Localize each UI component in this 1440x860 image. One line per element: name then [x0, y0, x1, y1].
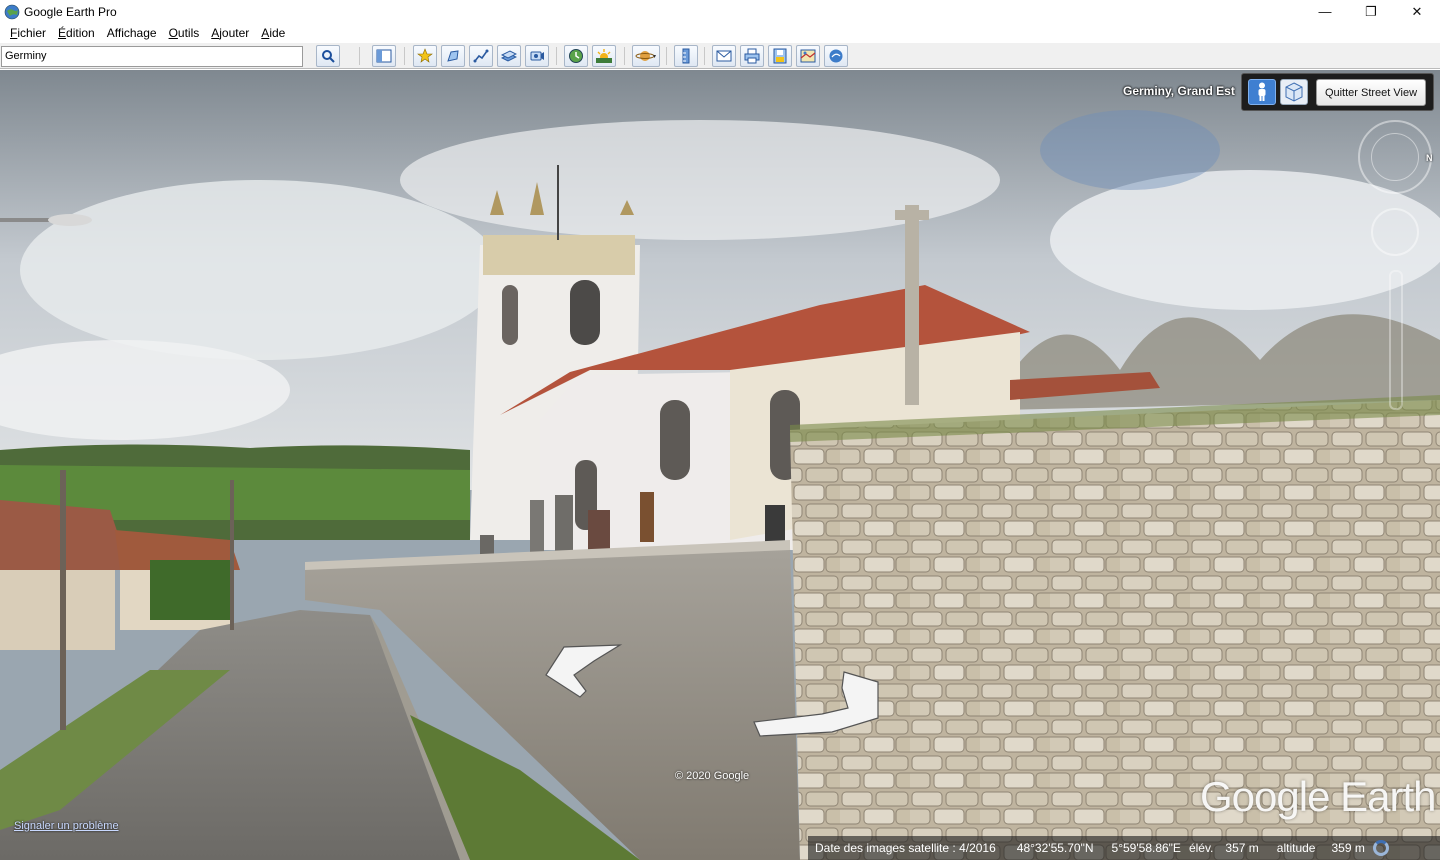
- overlay-icon[interactable]: [497, 45, 521, 67]
- email-icon[interactable]: [712, 45, 736, 67]
- save-image-icon[interactable]: [768, 45, 792, 67]
- pegman-mode-button[interactable]: [1248, 79, 1276, 105]
- menu-outils[interactable]: Outils: [163, 23, 206, 43]
- report-problem-link[interactable]: Signaler un problème: [14, 820, 119, 832]
- elevation-value: 357 m: [1225, 841, 1259, 855]
- maximize-button[interactable]: ❐: [1348, 0, 1394, 23]
- minimize-button[interactable]: —: [1302, 0, 1348, 23]
- location-label: Germiny, Grand Est: [1123, 84, 1235, 98]
- print-icon[interactable]: [740, 45, 764, 67]
- toolbar-separator: [624, 47, 625, 65]
- longitude: 5°59'58.86"E: [1111, 841, 1181, 855]
- sidebar-icon[interactable]: [372, 45, 396, 67]
- arrow-right-icon[interactable]: [752, 670, 882, 742]
- altitude-value: 359 m: [1331, 841, 1365, 855]
- latitude: 48°32'55.70"N: [1016, 841, 1094, 855]
- menu-ajouter[interactable]: Ajouter: [205, 23, 255, 43]
- copyright-text: © 2020 Google: [675, 770, 750, 782]
- placemark-icon[interactable]: [413, 45, 437, 67]
- google-earth-logo: Google Earth: [1200, 773, 1436, 820]
- search-icon[interactable]: [316, 45, 340, 67]
- menu-fichier[interactable]: Fichier: [4, 23, 52, 43]
- search-input[interactable]: Germiny: [1, 46, 303, 67]
- imagery-date: Date des images satellite : 4/2016: [815, 841, 996, 855]
- look-joystick-inner: [1371, 133, 1419, 181]
- toolbar-separator: [404, 47, 405, 65]
- zoom-slider[interactable]: [1389, 270, 1403, 410]
- pegman-icon: [1258, 82, 1266, 101]
- street-view-image: [0, 70, 1440, 860]
- close-button[interactable]: ✕: [1394, 0, 1440, 23]
- menu-bar: Fichier Édition Affichage Outils Ajouter…: [0, 23, 1440, 43]
- toolbar-separator: [704, 47, 705, 65]
- street-view-controls: Quitter Street View: [1241, 73, 1434, 111]
- menu-affichage[interactable]: Affichage: [101, 23, 163, 43]
- menu-edition[interactable]: Édition: [52, 23, 101, 43]
- elevation-label: élév.: [1188, 841, 1214, 855]
- historical-imagery-icon[interactable]: [564, 45, 588, 67]
- arrow-left-icon[interactable]: [544, 643, 624, 703]
- google-earth-icon: [4, 4, 20, 20]
- sunlight-icon[interactable]: [592, 45, 616, 67]
- window-title: Google Earth Pro: [24, 4, 117, 19]
- polygon-icon[interactable]: [441, 45, 465, 67]
- toolbar-separator: [359, 47, 360, 65]
- title-bar: Google Earth Pro — ❐ ✕: [0, 0, 1440, 23]
- planets-icon[interactable]: [632, 45, 660, 67]
- ruler-icon[interactable]: [674, 45, 698, 67]
- compass-north-label: N: [1426, 153, 1433, 163]
- quit-street-view-button[interactable]: Quitter Street View: [1316, 79, 1426, 106]
- toolbar: Germiny: [0, 43, 1440, 69]
- toolbar-separator: [666, 47, 667, 65]
- tour-icon[interactable]: [525, 45, 549, 67]
- street-view-panorama[interactable]: Germiny, Grand Est Quitter Street View N…: [0, 70, 1440, 860]
- cube-icon: [1285, 82, 1303, 102]
- menu-aide[interactable]: Aide: [255, 23, 291, 43]
- move-joystick[interactable]: [1371, 208, 1419, 256]
- map-view-icon[interactable]: [796, 45, 820, 67]
- path-icon[interactable]: [469, 45, 493, 67]
- status-bar: Date des images satellite : 4/2016 48°32…: [808, 836, 1440, 860]
- loading-spinner-icon: [1372, 840, 1389, 856]
- 3d-mode-button[interactable]: [1280, 79, 1308, 105]
- google-maps-icon[interactable]: [824, 45, 848, 67]
- altitude-label: altitude: [1276, 841, 1316, 855]
- toolbar-separator: [556, 47, 557, 65]
